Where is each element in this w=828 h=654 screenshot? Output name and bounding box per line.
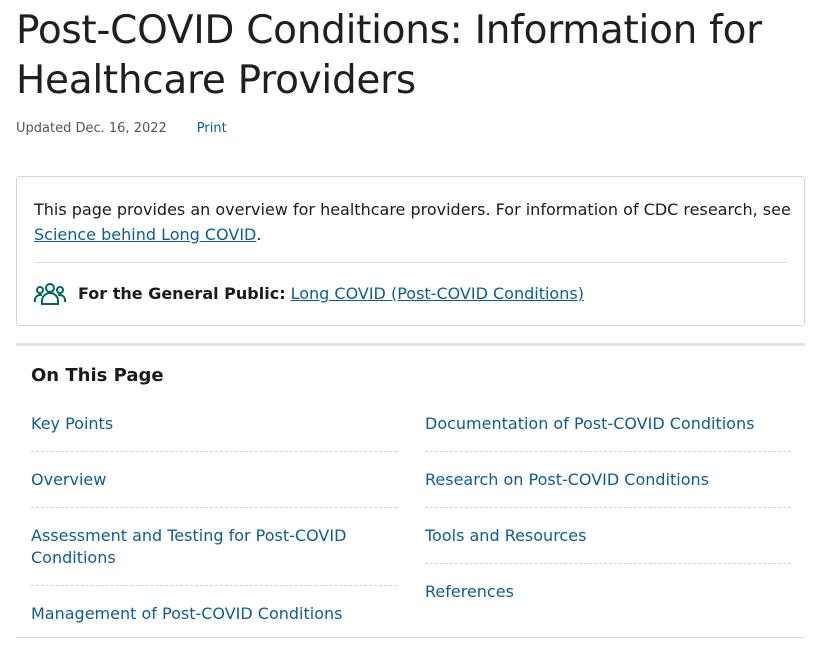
- otp-link-assessment-testing[interactable]: Assessment and Testing for Post-COVID Co…: [31, 508, 397, 586]
- print-link[interactable]: Print: [197, 120, 227, 138]
- otp-link-key-points[interactable]: Key Points: [31, 396, 397, 452]
- updated-date: Updated Dec. 16, 2022: [16, 121, 167, 136]
- otp-link-overview[interactable]: Overview: [31, 452, 397, 508]
- on-this-page-left-column: Key Points Overview Assessment and Testi…: [31, 396, 397, 642]
- on-this-page-heading: On This Page: [31, 365, 164, 386]
- general-public-label: For the General Public:: [78, 284, 286, 303]
- info-divider: [34, 262, 788, 263]
- long-covid-link[interactable]: Long COVID (Post-COVID Conditions): [291, 282, 584, 306]
- bottom-divider: [16, 637, 805, 638]
- page-title: Post-COVID Conditions: Information for H…: [16, 8, 762, 103]
- general-public-row: For the General Public: Long COVID (Post…: [34, 282, 584, 306]
- science-link[interactable]: Science behind Long COVID: [34, 225, 256, 244]
- people-group-icon: [34, 283, 66, 305]
- otp-link-tools-resources[interactable]: Tools and Resources: [425, 508, 791, 564]
- meta-row: Updated Dec. 16, 2022 Print: [16, 120, 227, 138]
- info-text-lead: This page provides an overview for healt…: [34, 200, 791, 219]
- info-text-end: .: [256, 225, 262, 244]
- otp-link-documentation[interactable]: Documentation of Post-COVID Conditions: [425, 396, 791, 452]
- section-divider: [16, 343, 805, 346]
- otp-link-research[interactable]: Research on Post-COVID Conditions: [425, 452, 791, 508]
- info-callout: This page provides an overview for healt…: [16, 176, 805, 326]
- on-this-page-right-column: Documentation of Post-COVID Conditions R…: [425, 396, 791, 620]
- info-text: This page provides an overview for healt…: [34, 197, 794, 247]
- otp-link-references[interactable]: References: [425, 564, 791, 620]
- otp-link-management[interactable]: Management of Post-COVID Conditions: [31, 586, 397, 642]
